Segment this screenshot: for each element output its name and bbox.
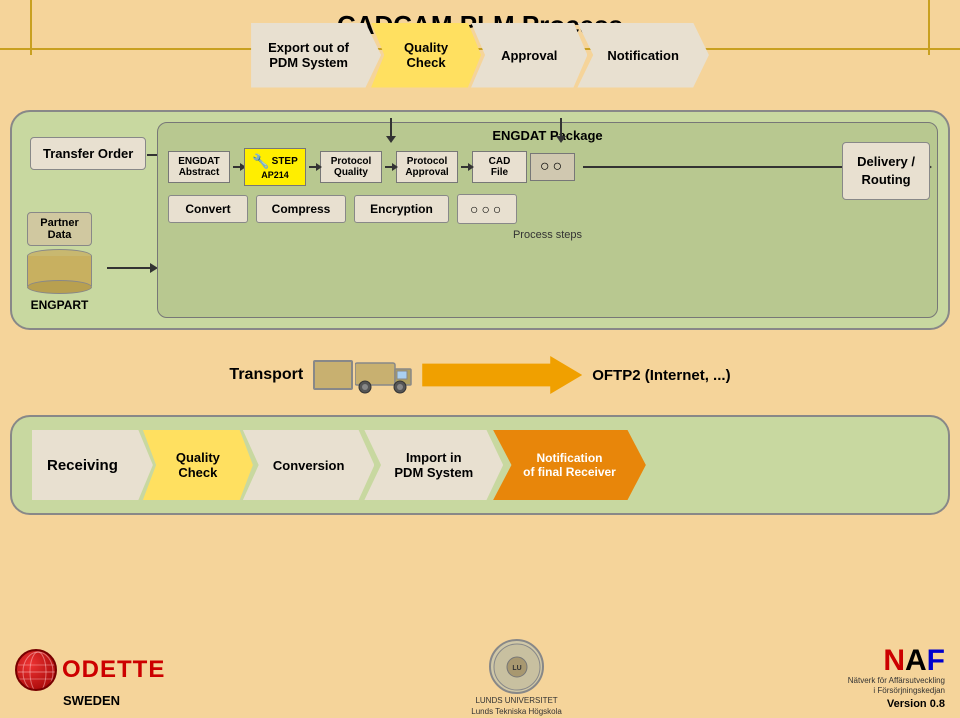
step-ap214-box: 🔧 STEP AP214 (244, 148, 306, 186)
protocol-quality-box: ProtocolQuality (320, 151, 382, 183)
export-pdm-label: Export out ofPDM System (268, 40, 349, 70)
notification-top-box: Notification (577, 23, 709, 88)
odette-globe-icon (15, 649, 57, 691)
quality-check-bottom-box: QualityCheck (143, 430, 253, 500)
cad-file-box: CADFile (472, 151, 527, 183)
naf-subtitle: Nätverk för Affärsutvecklingi Försörjnin… (848, 676, 945, 697)
lunds-circle-icon: LU (489, 639, 544, 694)
truck-icon (355, 355, 415, 395)
wrench-icon: 🔧 (252, 153, 269, 170)
naf-text: NAF (883, 646, 945, 676)
convert-box: Convert (168, 195, 248, 223)
approval-label: Approval (501, 48, 557, 63)
box-arrow-1 (233, 166, 241, 168)
engpart-label: ENGPART (27, 298, 92, 312)
lunds-logo: LU LUNDS UNIVERSITETLunds Tekniska Högsk… (471, 639, 562, 717)
odette-text: ODETTE (62, 656, 165, 684)
process-steps-label: Process steps (168, 229, 927, 241)
notification-final-box: Notificationof final Receiver (493, 430, 646, 500)
transport-label: Transport (229, 366, 303, 384)
engdat-boxes-row: ENGDATAbstract 🔧 STEP AP214 ProtocolQual… (158, 148, 937, 186)
bottom-section: Receiving QualityCheck Conversion Import… (10, 415, 950, 515)
approval-box: Approval (471, 23, 587, 88)
lunds-seal-icon: LU (492, 642, 542, 692)
transport-arrow (422, 356, 582, 394)
oftp2-label: OFTP2 (Internet, ...) (592, 367, 730, 384)
engdat-abstract-box: ENGDATAbstract (168, 151, 230, 183)
svg-text:LU: LU (512, 665, 521, 672)
cargo-box-icon (313, 360, 353, 390)
engpart-area: PartnerData ENGPART (27, 212, 92, 312)
box-arrow-4 (461, 166, 469, 168)
compress-box: Compress (256, 195, 346, 223)
receiving-box: Receiving (32, 430, 153, 500)
box-arrow-3 (385, 166, 393, 168)
engpart-arrow (107, 267, 152, 269)
odette-logo: ODETTE SWEDEN (15, 649, 165, 708)
transport-section: Transport OFTP2 (Internet, ...) (10, 340, 950, 410)
middle-section: Transfer Order PartnerData ENGPART ENGDA… (10, 110, 950, 330)
notification-top-label: Notification (607, 48, 679, 63)
delivery-routing-box: Delivery /Routing (842, 142, 930, 200)
encryption-box: Encryption (354, 195, 449, 223)
sweden-label: SWEDEN (63, 693, 120, 708)
box-arrow-2 (309, 166, 317, 168)
globe-grid-icon (17, 651, 57, 691)
import-pdm-box: Import inPDM System (364, 430, 503, 500)
partner-data-box: PartnerData (27, 212, 92, 246)
footer-center: LU LUNDS UNIVERSITETLunds Tekniska Högsk… (185, 639, 847, 717)
top-flow-section: Export out ofPDM System QualityCheck App… (10, 10, 950, 100)
oo-dots-box: ○○ (530, 153, 575, 181)
footer: ODETTE SWEDEN LU LUNDS UNIVERSITETLunds … (0, 638, 960, 718)
export-pdm-box: Export out ofPDM System (251, 23, 381, 88)
truck-container (313, 355, 582, 395)
conversion-box: Conversion (243, 430, 375, 500)
version-text: Version 0.8 (887, 698, 945, 710)
quality-check-top-box: QualityCheck (371, 23, 481, 88)
protocol-approval-box: ProtocolApproval (396, 151, 458, 183)
process-steps-section: Convert Compress Encryption ○○○ Process … (158, 186, 937, 241)
vert-arrow-approval (560, 118, 562, 138)
vert-arrow-qc (390, 118, 392, 138)
quality-check-top-label: QualityCheck (404, 40, 448, 70)
ooo-dots-box: ○○○ (457, 194, 517, 224)
naf-logo: NAF Nätverk för Affärsutvecklingi Försör… (848, 646, 945, 711)
lunds-text: LUNDS UNIVERSITETLunds Tekniska Högskola (471, 696, 562, 717)
vert-arrows-container (0, 118, 960, 138)
engdat-inner: ENGDAT Package ENGDATAbstract 🔧 STEP AP2… (157, 122, 938, 318)
transfer-order-label: Transfer Order (30, 137, 146, 170)
cylinder-icon (27, 249, 92, 294)
